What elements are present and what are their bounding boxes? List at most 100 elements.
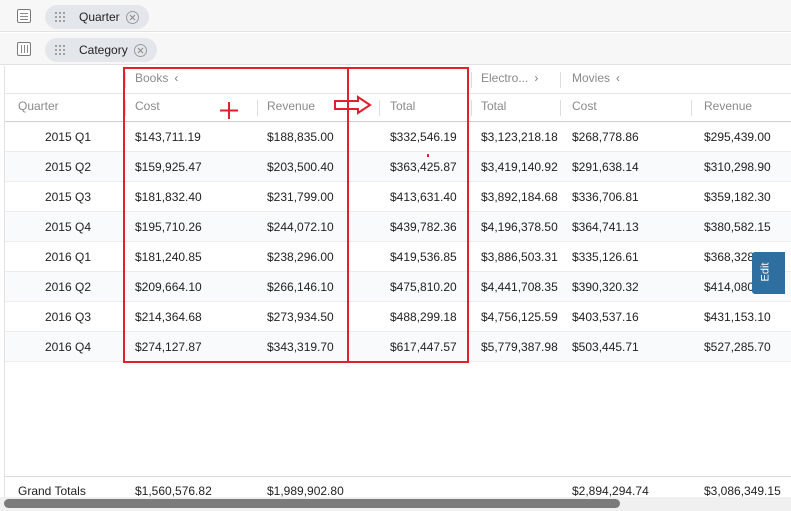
quarter-cell: 2016 Q2 — [44, 280, 91, 294]
books-cost-cell: $181,240.85 — [135, 250, 202, 264]
category-pill[interactable]: Category — [45, 38, 157, 62]
pivot-grid: Books ‹ Electro... › Movies ‹ Quarter Cost … — [4, 66, 791, 511]
horizontal-scrollbar-thumb[interactable] — [4, 499, 620, 508]
movies-revenue-cell: $310,298.90 — [704, 160, 771, 174]
electronics-total-cell: $4,756,125.59 — [481, 310, 558, 324]
column-divider — [125, 72, 126, 88]
group-header-electronics[interactable]: Electro... › — [481, 71, 538, 85]
electronics-total-cell: $3,123,218.18 — [481, 130, 558, 144]
books-total-cell: $439,782.36 — [390, 220, 457, 234]
books-revenue-cell: $273,934.50 — [267, 310, 334, 324]
movies-cost-cell: $364,741.13 — [572, 220, 639, 234]
movies-cost-cell: $503,445.71 — [572, 340, 639, 354]
quarter-cell: 2015 Q3 — [44, 190, 91, 204]
books-total-cell: $475,810.20 — [390, 280, 457, 294]
books-revenue-cell: $203,500.40 — [267, 160, 334, 174]
column-divider — [125, 100, 126, 116]
column-divider — [560, 100, 561, 116]
column-header-books-total[interactable]: Total — [390, 99, 415, 113]
electronics-total-cell: $4,196,378.50 — [481, 220, 558, 234]
table-row[interactable]: 2016 Q3 $214,364.68 $273,934.50 $488,299… — [5, 302, 791, 332]
remove-quarter-icon[interactable] — [125, 10, 139, 24]
drag-handle-icon[interactable] — [55, 45, 69, 55]
books-cost-cell: $181,832.40 — [135, 190, 202, 204]
group-label-movies: Movies — [572, 71, 611, 85]
column-divider — [471, 100, 472, 116]
grand-totals-label: Grand Totals — [18, 484, 86, 498]
quarter-pill-label: Quarter — [79, 10, 120, 24]
column-header-books-revenue[interactable]: Revenue — [267, 99, 315, 113]
electronics-total-cell: $4,441,708.35 — [481, 280, 558, 294]
table-row[interactable]: 2015 Q2 $159,925.47 $203,500.40 $363,425… — [5, 152, 791, 182]
electronics-total-cell: $5,779,387.98 — [481, 340, 558, 354]
quarter-cell: 2015 Q2 — [44, 160, 91, 174]
group-header-books[interactable]: Books ‹ — [135, 71, 178, 85]
column-divider — [560, 72, 561, 88]
edit-tab-label: Edit — [759, 262, 772, 282]
books-total-cell: $488,299.18 — [390, 310, 457, 324]
group-header-movies[interactable]: Movies ‹ — [572, 71, 620, 85]
books-revenue-cell: $238,296.00 — [267, 250, 334, 264]
movies-cost-cell: $335,126.61 — [572, 250, 639, 264]
grand-total-books-cost: $1,560,576.82 — [135, 484, 212, 498]
movies-revenue-cell: $380,582.15 — [704, 220, 771, 234]
group-header-row: Books ‹ Electro... › Movies ‹ — [5, 66, 791, 94]
column-divider — [379, 100, 380, 116]
books-revenue-cell: $188,835.00 — [267, 130, 334, 144]
column-divider — [471, 72, 472, 88]
books-cost-cell: $159,925.47 — [135, 160, 202, 174]
table-row[interactable]: 2016 Q1 $181,240.85 $238,296.00 $419,536… — [5, 242, 791, 272]
column-header-electronics-total[interactable]: Total — [481, 99, 506, 113]
remove-category-icon[interactable] — [133, 43, 147, 57]
movies-cost-cell: $336,706.81 — [572, 190, 639, 204]
books-revenue-cell: $244,072.10 — [267, 220, 334, 234]
category-pill-label: Category — [79, 43, 128, 57]
table-row[interactable]: 2015 Q4 $195,710.26 $244,072.10 $439,782… — [5, 212, 791, 242]
edit-tab-button[interactable]: Edit — [752, 252, 785, 294]
books-cost-cell: $274,127.87 — [135, 340, 202, 354]
column-header-movies-revenue[interactable]: Revenue — [704, 99, 752, 113]
column-header-movies-cost[interactable]: Cost — [572, 99, 597, 113]
grand-total-movies-cost: $2,894,294.74 — [572, 484, 649, 498]
books-cost-cell: $209,664.10 — [135, 280, 202, 294]
books-cost-cell: $214,364.68 — [135, 310, 202, 324]
books-total-cell: $363,425.87 — [390, 160, 457, 174]
drag-handle-icon[interactable] — [55, 12, 69, 22]
collapse-chevron-icon[interactable]: ‹ — [616, 71, 620, 85]
quarter-cell: 2015 Q4 — [44, 220, 91, 234]
column-divider — [691, 100, 692, 116]
books-total-cell: $419,536.85 — [390, 250, 457, 264]
quarter-cell: 2016 Q4 — [44, 340, 91, 354]
electronics-total-cell: $3,892,184.68 — [481, 190, 558, 204]
movies-revenue-cell: $368,328 — [704, 250, 755, 264]
column-header-quarter[interactable]: Quarter — [18, 99, 59, 113]
table-row[interactable]: 2016 Q2 $209,664.10 $266,146.10 $475,810… — [5, 272, 791, 302]
quarter-cell: 2016 Q1 — [44, 250, 91, 264]
rows-icon — [17, 9, 31, 23]
expand-chevron-icon[interactable]: › — [534, 71, 538, 85]
books-revenue-cell: $343,319.70 — [267, 340, 334, 354]
electronics-total-cell: $3,886,503.31 — [481, 250, 558, 264]
columns-shelf: Category — [0, 33, 791, 65]
quarter-cell: 2016 Q3 — [44, 310, 91, 324]
collapse-chevron-icon[interactable]: ‹ — [174, 71, 178, 85]
table-row[interactable]: 2015 Q1 $143,711.19 $188,835.00 $332,546… — [5, 122, 791, 152]
books-revenue-cell: $266,146.10 — [267, 280, 334, 294]
movies-revenue-cell: $431,153.10 — [704, 310, 771, 324]
electronics-total-cell: $3,419,140.92 — [481, 160, 558, 174]
movies-cost-cell: $390,320.32 — [572, 280, 639, 294]
column-divider — [257, 100, 258, 116]
books-cost-cell: $143,711.19 — [135, 130, 201, 144]
table-row[interactable]: 2016 Q4 $274,127.87 $343,319.70 $617,447… — [5, 332, 791, 362]
table-row[interactable]: 2015 Q3 $181,832.40 $231,799.00 $413,631… — [5, 182, 791, 212]
group-label-books: Books — [135, 71, 169, 85]
group-label-electronics: Electro... — [481, 71, 529, 85]
movies-revenue-cell: $295,439.00 — [704, 130, 771, 144]
column-header-books-cost[interactable]: Cost — [135, 99, 160, 113]
quarter-cell: 2015 Q1 — [44, 130, 91, 144]
books-cost-cell: $195,710.26 — [135, 220, 202, 234]
quarter-pill[interactable]: Quarter — [45, 5, 149, 29]
books-total-cell: $413,631.40 — [390, 190, 457, 204]
movies-revenue-cell: $359,182.30 — [704, 190, 771, 204]
books-total-cell: $332,546.19 — [390, 130, 457, 144]
